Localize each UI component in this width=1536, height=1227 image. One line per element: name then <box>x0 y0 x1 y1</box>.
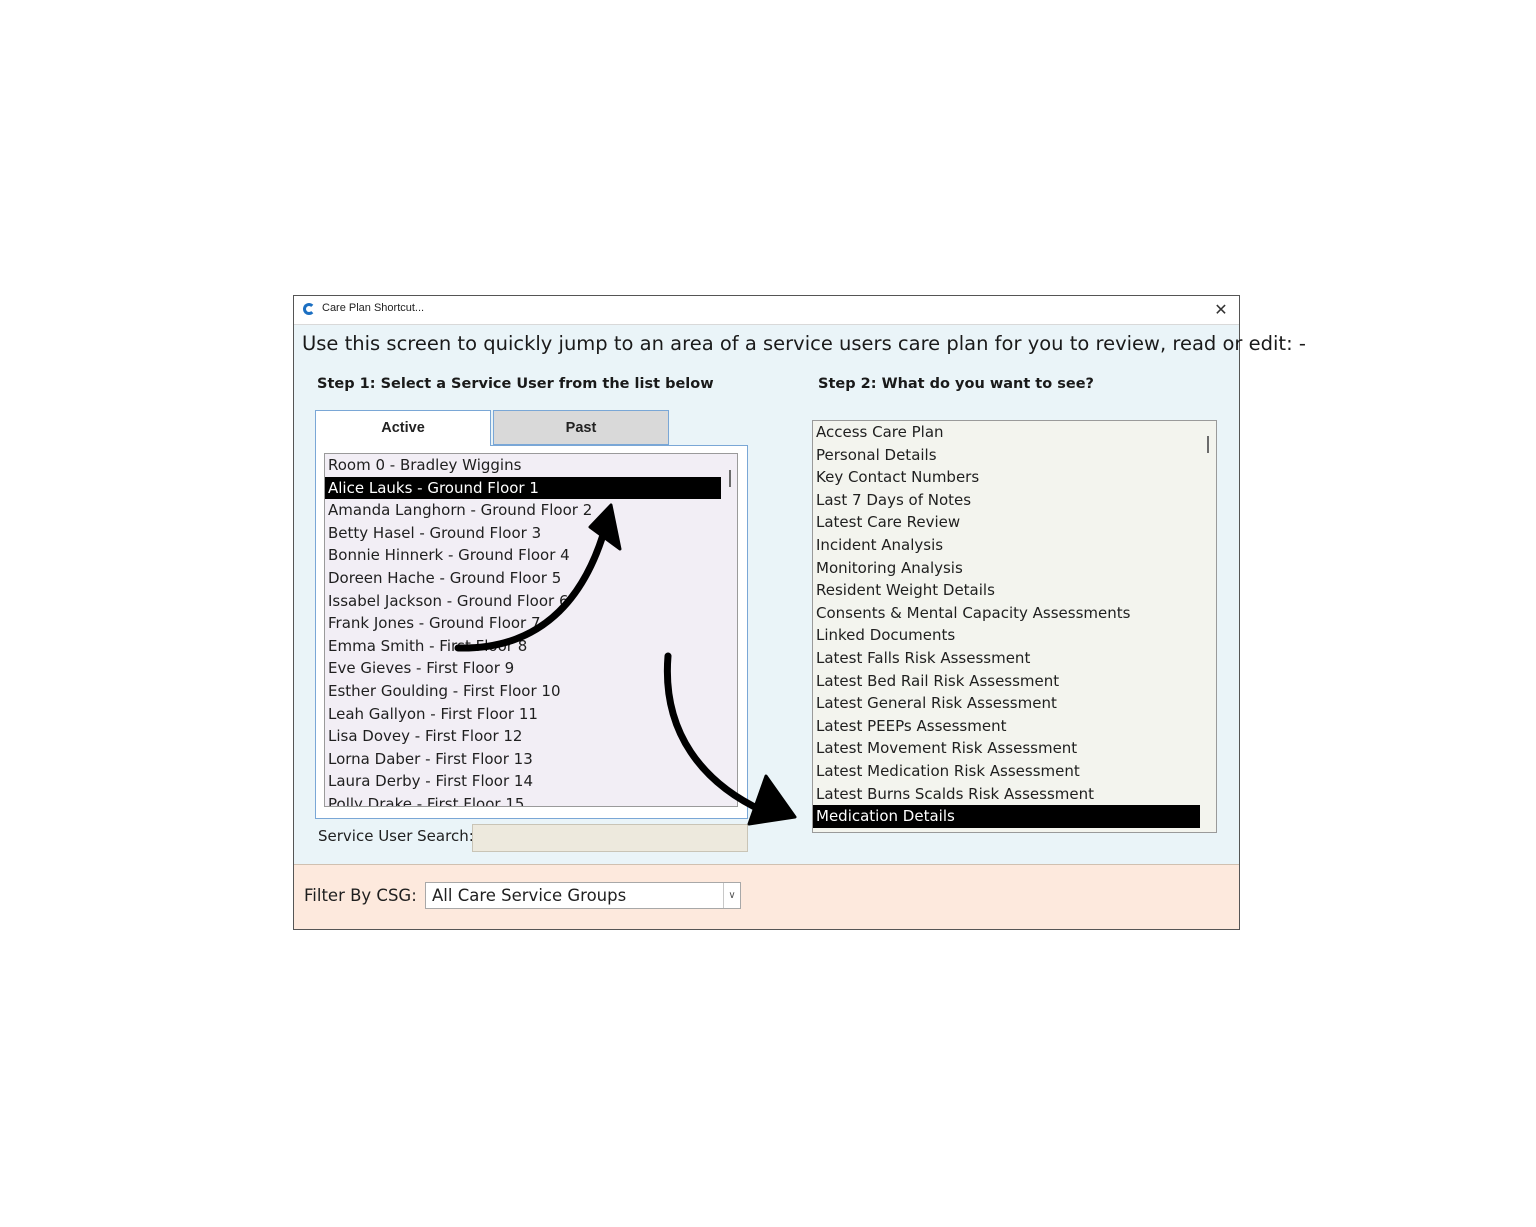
chevron-down-icon[interactable]: ∨ <box>723 883 740 908</box>
service-user-list-item[interactable]: Esther Goulding - First Floor 10 <box>325 680 721 703</box>
service-user-tab-panel: Room 0 - Bradley Wiggins Alice Lauks - Gr… <box>315 445 748 819</box>
care-plan-area-item[interactable]: Key Contact Numbers <box>813 466 1200 489</box>
service-user-list-item[interactable]: Lorna Daber - First Floor 13 <box>325 748 721 771</box>
service-user-list-item[interactable]: Frank Jones - Ground Floor 7 <box>325 612 721 635</box>
care-plan-area-item[interactable]: Latest Medication Risk Assessment <box>813 760 1200 783</box>
csg-filter-value: All Care Service Groups <box>432 886 627 905</box>
care-plan-area-item[interactable]: Medication Details <box>813 805 1200 828</box>
service-user-list[interactable]: Room 0 - Bradley Wiggins Alice Lauks - Gr… <box>324 453 738 807</box>
service-user-list-item[interactable]: Leah Gallyon - First Floor 11 <box>325 703 721 726</box>
care-plan-area-item[interactable]: Resident Weight Details <box>813 579 1200 602</box>
window-title: Care Plan Shortcut... <box>322 302 425 314</box>
service-user-list-item[interactable]: Issabel Jackson - Ground Floor 6 <box>325 590 721 613</box>
service-user-list-item[interactable]: Laura Derby - First Floor 14 <box>325 770 721 793</box>
care-plan-area-item[interactable]: Latest PEEPs Assessment <box>813 715 1200 738</box>
step1-label: Step 1: Select a Service User from the l… <box>317 376 714 392</box>
service-user-list-item[interactable]: Betty Hasel - Ground Floor 3 <box>325 522 721 545</box>
care-plan-area-item[interactable]: Access Care Plan <box>813 421 1200 444</box>
care-plan-area-item[interactable]: Latest Care Review <box>813 511 1200 534</box>
care-plan-area-item[interactable]: Latest Falls Risk Assessment <box>813 647 1200 670</box>
service-user-search-label: Service User Search: <box>318 827 474 845</box>
service-user-list-item[interactable]: Room 0 - Bradley Wiggins <box>325 454 721 477</box>
care-plan-area-item[interactable]: Latest General Risk Assessment <box>813 692 1200 715</box>
care-plan-area-item[interactable]: Linked Documents <box>813 624 1200 647</box>
care-plan-area-item[interactable]: Latest Movement Risk Assessment <box>813 737 1200 760</box>
service-user-list-item[interactable]: Alice Lauks - Ground Floor 1 <box>325 476 721 500</box>
filter-csg-label: Filter By CSG: <box>304 886 417 905</box>
care-plan-area-list[interactable]: Access Care Plan Personal Details Key Cont… <box>812 420 1217 833</box>
service-user-list-item[interactable]: Amanda Langhorn - Ground Floor 2 <box>325 499 721 522</box>
care-plan-area-item[interactable]: Consents & Mental Capacity Assessments <box>813 602 1200 625</box>
footer-filter-bar: Filter By CSG: All Care Service Groups ∨ <box>294 864 1239 929</box>
service-user-list-item[interactable]: Lisa Dovey - First Floor 12 <box>325 725 721 748</box>
care-plan-area-item[interactable]: Last 7 Days of Notes <box>813 489 1200 512</box>
csg-filter-dropdown[interactable]: All Care Service Groups ∨ <box>425 882 741 909</box>
service-user-list-item[interactable]: Emma Smith - First Floor 8 <box>325 635 721 658</box>
title-bar: Care Plan Shortcut... ✕ <box>294 296 1239 325</box>
service-user-list-item[interactable]: Eve Gieves - First Floor 9 <box>325 657 721 680</box>
tab-past[interactable]: Past <box>493 410 669 445</box>
care-plan-area-item[interactable]: Monitoring Analysis <box>813 557 1200 580</box>
service-user-list-item[interactable]: Doreen Hache - Ground Floor 5 <box>325 567 721 590</box>
close-icon[interactable]: ✕ <box>1209 298 1233 322</box>
care-plan-area-item[interactable]: Personal Details <box>813 444 1200 467</box>
intro-text: Use this screen to quickly jump to an ar… <box>302 332 1306 355</box>
service-user-list-item[interactable]: Bonnie Hinnerk - Ground Floor 4 <box>325 544 721 567</box>
care-plan-area-item[interactable]: Latest Bed Rail Risk Assessment <box>813 670 1200 693</box>
care-plan-area-item[interactable]: Latest Burns Scalds Risk Assessment <box>813 783 1200 806</box>
service-user-search-input[interactable] <box>472 824 748 852</box>
user-list-scrollbar[interactable] <box>729 470 731 487</box>
tab-active[interactable]: Active <box>315 410 491 446</box>
service-user-list-item[interactable]: Polly Drake - First Floor 15 <box>325 793 721 806</box>
area-list-scrollbar[interactable] <box>1207 436 1209 453</box>
app-logo-icon <box>303 303 315 315</box>
care-plan-area-item[interactable]: Incident Analysis <box>813 534 1200 557</box>
care-plan-shortcut-window: Care Plan Shortcut... ✕ Use this screen … <box>293 295 1306 930</box>
step2-label: Step 2: What do you want to see? <box>818 376 1094 392</box>
